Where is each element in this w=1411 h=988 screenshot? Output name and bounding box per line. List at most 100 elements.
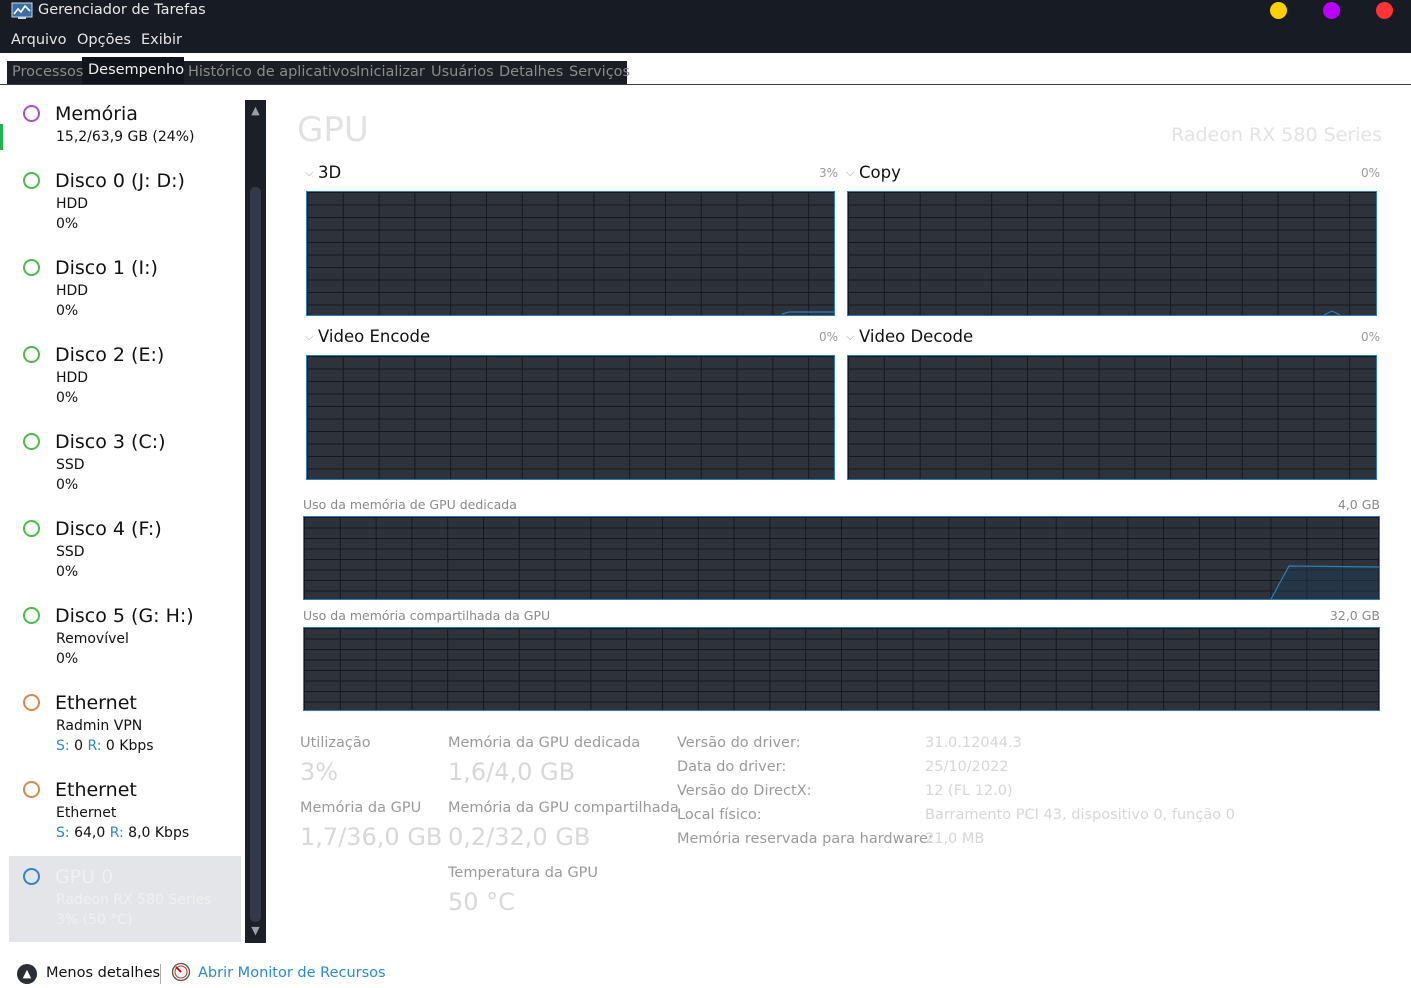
disk-indicator-icon — [23, 346, 40, 363]
gpu-model-name: Radeon RX 580 Series — [1171, 124, 1382, 146]
sidebar-item-type: HDD — [56, 196, 89, 212]
sidebar-item-usage: 3% (50 °C) — [56, 912, 133, 928]
window-title: Gerenciador de Tarefas — [38, 2, 206, 18]
tab-servicos[interactable]: Serviços — [569, 64, 630, 80]
sidebar-item-type: SSD — [56, 457, 85, 473]
graph-video-encode — [306, 355, 835, 480]
sidebar-item-disco-5[interactable]: Disco 5 (G: H:) Removível 0% — [9, 600, 241, 686]
sidebar-item-title: Ethernet — [55, 779, 137, 801]
gpu-memory-label: Memória da GPU — [300, 800, 422, 816]
sidebar-item-disco-3[interactable]: Disco 3 (C:) SSD 0% — [9, 426, 241, 512]
page-title: GPU — [297, 110, 369, 150]
maximize-button[interactable] — [1323, 2, 1340, 19]
disk-indicator-icon — [23, 172, 40, 189]
receive-label: R: — [109, 825, 124, 841]
sidebar-item-ethernet-radmin[interactable]: Ethernet Radmin VPN S: 0 R: 0 Kbps — [9, 687, 241, 773]
chevron-down-icon[interactable]: ⌵ — [846, 166, 854, 180]
graph-shared-memory — [303, 627, 1380, 711]
receive-label: R: — [87, 738, 102, 754]
receive-value: 0 Kbps — [105, 738, 154, 754]
sidebar-item-disco-2[interactable]: Disco 2 (E:) HDD 0% — [9, 339, 241, 425]
sidebar-item-disco-4[interactable]: Disco 4 (F:) SSD 0% — [9, 513, 241, 599]
driver-version-label: Versão do driver: — [677, 735, 801, 751]
tab-inicializar[interactable]: Inicializar — [356, 64, 425, 80]
graph-3d — [306, 191, 835, 316]
sidebar-item-usage: 0% — [56, 651, 79, 667]
engine-name-video-encode[interactable]: Video Encode — [318, 327, 430, 346]
sidebar-item-throughput: S: 0 R: 0 Kbps — [56, 738, 154, 754]
sidebar-item-usage: 0% — [56, 216, 79, 232]
driver-date-label: Data do driver: — [677, 759, 787, 775]
minimize-button[interactable] — [1270, 2, 1287, 19]
shared-gpu-memory-value: 0,2/32,0 GB — [448, 823, 591, 851]
close-button[interactable] — [1376, 2, 1393, 19]
engine-name-video-decode[interactable]: Video Decode — [859, 327, 973, 346]
chevron-down-icon[interactable]: ⌵ — [305, 166, 313, 180]
menu-bar — [0, 29, 1411, 53]
sidebar-item-type: HDD — [56, 283, 89, 299]
sidebar-item-title: GPU 0 — [55, 866, 114, 888]
gpu-memory-value: 1,7/36,0 GB — [300, 823, 443, 851]
send-label: S: — [56, 825, 70, 841]
gpu-temperature-value: 50 °C — [448, 888, 515, 916]
sidebar-item-detail: 15,2/63,9 GB (24%) — [56, 129, 195, 145]
disk-indicator-icon — [23, 259, 40, 276]
scrollbar-thumb[interactable] — [250, 187, 261, 922]
disk-indicator-icon — [23, 433, 40, 450]
graph-copy — [847, 191, 1377, 316]
dedicated-gpu-memory-label: Memória da GPU dedicada — [448, 735, 641, 751]
tab-historico[interactable]: Histórico de aplicativos — [188, 64, 357, 80]
sidebar-item-adapter: Ethernet — [56, 805, 117, 821]
menu-opcoes[interactable]: Opções — [77, 32, 131, 48]
chevron-up-icon[interactable]: ▲ — [17, 964, 37, 984]
send-label: S: — [56, 738, 70, 754]
disk-indicator-icon — [23, 520, 40, 537]
menu-exibir[interactable]: Exibir — [141, 32, 182, 48]
sidebar-item-type: HDD — [56, 370, 89, 386]
menu-arquivo[interactable]: Arquivo — [11, 32, 67, 48]
graph-dedicated-memory — [303, 516, 1380, 600]
engine-pct-3d: 3% — [818, 166, 838, 180]
physical-location-label: Local físico: — [677, 807, 762, 823]
utilization-value: 3% — [300, 758, 339, 786]
sidebar-item-type: Removível — [56, 631, 129, 647]
driver-date-value: 25/10/2022 — [925, 759, 1009, 775]
left-accent-bar — [0, 124, 3, 150]
sidebar-item-gpu-0[interactable]: GPU 0 Radeon RX 580 Series 3% (50 °C) — [9, 856, 241, 942]
sidebar-item-title: Disco 0 (J: D:) — [55, 170, 185, 192]
disk-indicator-icon — [23, 607, 40, 624]
tab-detalhes[interactable]: Detalhes — [499, 64, 563, 80]
ethernet-indicator-icon — [23, 781, 40, 798]
sidebar-item-title: Memória — [55, 103, 138, 125]
sidebar-item-disco-0[interactable]: Disco 0 (J: D:) HDD 0% — [9, 165, 241, 251]
directx-version-value: 12 (FL 12.0) — [925, 783, 1013, 799]
engine-name-copy[interactable]: Copy — [859, 163, 901, 182]
sidebar-item-title: Disco 1 (I:) — [55, 257, 158, 279]
tab-usuarios[interactable]: Usuários — [431, 64, 494, 80]
scroll-down-icon[interactable]: ▼ — [246, 921, 265, 941]
fewer-details-button[interactable]: Menos detalhes — [46, 965, 160, 981]
open-resource-monitor-link[interactable]: Abrir Monitor de Recursos — [198, 965, 386, 981]
scroll-up-icon[interactable]: ▲ — [246, 101, 265, 121]
chevron-down-icon[interactable]: ⌵ — [305, 330, 313, 344]
sidebar-item-ethernet[interactable]: Ethernet Ethernet S: 64,0 R: 8,0 Kbps — [9, 774, 241, 860]
task-manager-icon — [11, 2, 33, 19]
sidebar-item-throughput: S: 64,0 R: 8,0 Kbps — [56, 825, 189, 841]
ethernet-indicator-icon — [23, 694, 40, 711]
engine-pct-video-encode: 0% — [818, 330, 838, 344]
gpu-temperature-label: Temperatura da GPU — [448, 865, 599, 881]
memory-indicator-icon — [23, 105, 40, 122]
chevron-down-icon[interactable]: ⌵ — [846, 330, 854, 344]
shared-memory-label: Uso da memória compartilhada da GPU — [303, 608, 551, 623]
sidebar-item-usage: 0% — [56, 477, 79, 493]
sidebar-item-disco-1[interactable]: Disco 1 (I:) HDD 0% — [9, 252, 241, 338]
tab-desempenho[interactable]: Desempenho — [88, 62, 184, 78]
sidebar-item-title: Disco 4 (F:) — [55, 518, 162, 540]
tab-processos[interactable]: Processos — [12, 64, 83, 80]
driver-version-value: 31.0.12044.3 — [925, 735, 1022, 751]
engine-pct-video-decode: 0% — [1360, 330, 1380, 344]
footer-divider — [160, 964, 161, 984]
sidebar-item-usage: 0% — [56, 390, 79, 406]
engine-pct-copy: 0% — [1360, 166, 1380, 180]
engine-name-3d[interactable]: 3D — [318, 163, 341, 182]
